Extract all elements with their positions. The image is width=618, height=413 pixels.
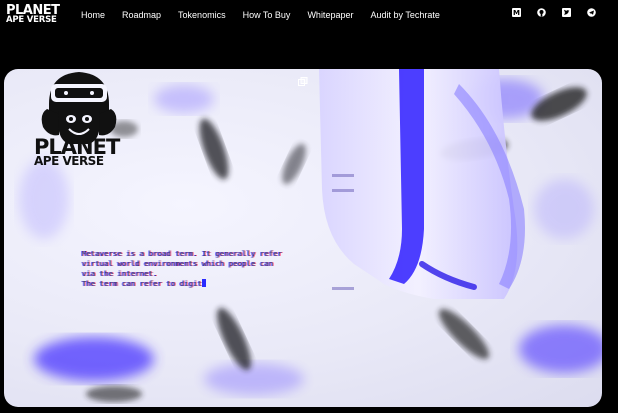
hero-text-line-4: The term can refer to digit <box>82 279 203 288</box>
medium-icon[interactable]: M <box>512 8 521 17</box>
nav-links: Home Roadmap Tokenomics How To Buy White… <box>81 10 440 20</box>
hero-text-line-1: Metaverse is a broad term. It generally … <box>82 249 283 258</box>
svg-text:M: M <box>513 9 520 17</box>
copy-icon[interactable] <box>298 77 308 87</box>
hero-text-line-2: virtual world environments which people … <box>82 259 274 268</box>
hero-brand-text: PLANET APE VERSE <box>34 137 120 168</box>
top-nav: PLANET APE VERSE Home Roadmap Tokenomics… <box>0 0 618 32</box>
hero-text-line-3: via the internet. <box>82 269 158 278</box>
nav-link-how-to-buy[interactable]: How To Buy <box>243 10 291 20</box>
nav-link-whitepaper[interactable]: Whitepaper <box>307 10 353 20</box>
social-links: M <box>512 8 596 17</box>
nav-link-home[interactable]: Home <box>81 10 105 20</box>
nav-link-audit[interactable]: Audit by Techrate <box>370 10 439 20</box>
brand-logo[interactable]: PLANET APE VERSE <box>6 4 64 28</box>
twitter-icon[interactable] <box>562 8 571 17</box>
github-icon[interactable] <box>537 8 546 17</box>
nav-link-tokenomics[interactable]: Tokenomics <box>178 10 226 20</box>
brand-line2: APE VERSE <box>6 15 57 25</box>
nav-link-roadmap[interactable]: Roadmap <box>122 10 161 20</box>
hero-typing-text: Metaverse is a broad term. It generally … <box>82 249 282 289</box>
telegram-icon[interactable] <box>587 8 596 17</box>
hero-banner: PLANET APE VERSE Metaverse is a broad te… <box>4 69 602 407</box>
text-cursor <box>202 279 207 287</box>
